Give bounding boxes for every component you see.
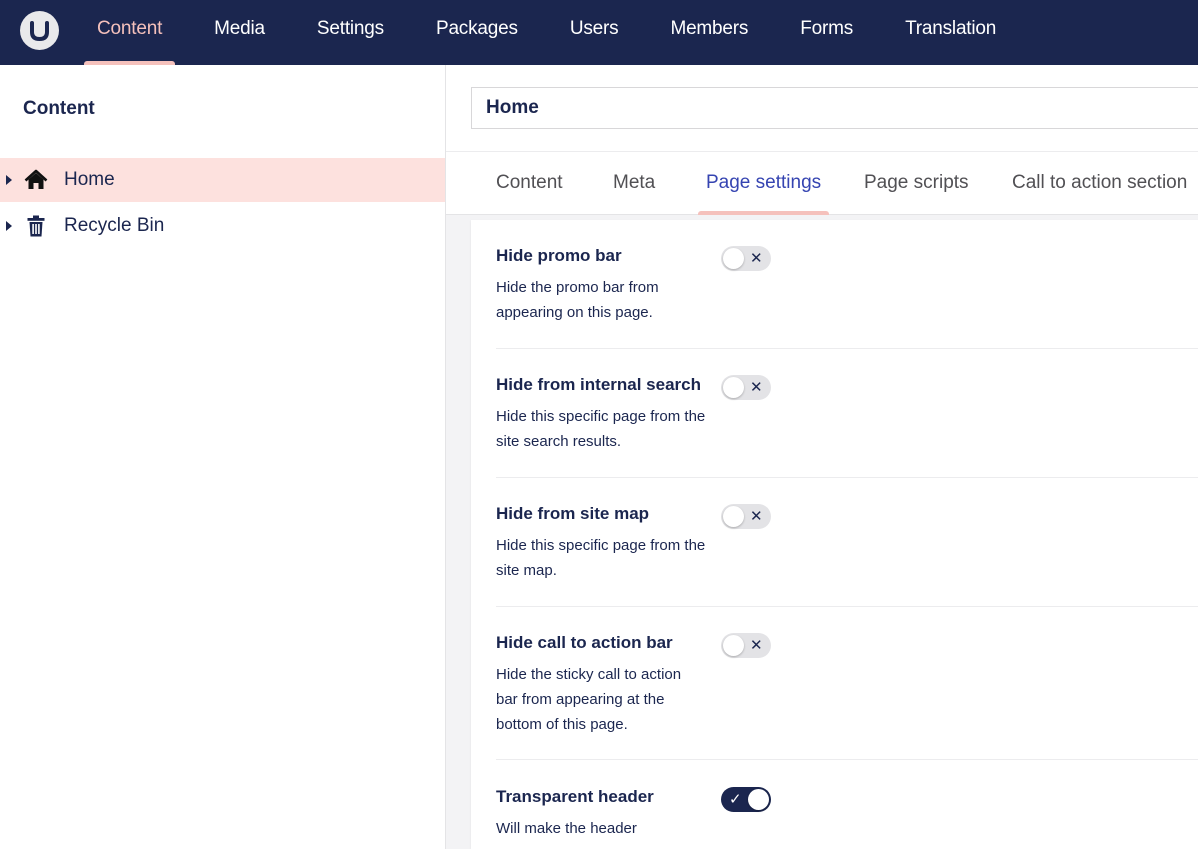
toggle-knob bbox=[723, 635, 744, 656]
tab-call-to-action-section[interactable]: Call to action section bbox=[1012, 152, 1187, 215]
toggle-knob bbox=[748, 789, 769, 810]
nav-item-users[interactable]: Users bbox=[553, 0, 636, 65]
close-icon: ✕ bbox=[750, 637, 763, 654]
home-icon bbox=[24, 168, 48, 192]
content-tree-sidebar: Content Home Recycle Bin bbox=[0, 65, 446, 849]
toggle-knob bbox=[723, 377, 744, 398]
top-bar: Content Media Settings Packages Users Me… bbox=[0, 0, 1198, 65]
editor-main: Content Meta Page settings Page scripts … bbox=[446, 65, 1198, 849]
nav-item-translation[interactable]: Translation bbox=[888, 0, 1013, 65]
editor-tabs: Content Meta Page settings Page scripts … bbox=[446, 151, 1198, 215]
tab-page-scripts[interactable]: Page scripts bbox=[864, 152, 969, 215]
hide-from-site-map-toggle[interactable]: ✕ bbox=[721, 504, 771, 529]
nav-item-content[interactable]: Content bbox=[80, 0, 179, 65]
property-label: Hide promo bar bbox=[496, 246, 622, 265]
close-icon: ✕ bbox=[750, 250, 763, 267]
nav-item-settings[interactable]: Settings bbox=[300, 0, 401, 65]
property-hide-from-internal-search: Hide from internal search Hide this spec… bbox=[496, 375, 1198, 478]
nav-item-media[interactable]: Media bbox=[197, 0, 282, 65]
sidebar-title: Content bbox=[23, 98, 95, 119]
tab-meta[interactable]: Meta bbox=[613, 152, 655, 215]
toggle-knob bbox=[723, 506, 744, 527]
nav-item-members[interactable]: Members bbox=[653, 0, 765, 65]
transparent-header-toggle[interactable]: ✓ bbox=[721, 787, 771, 812]
property-label: Hide from internal search bbox=[496, 375, 702, 394]
umbraco-logo-icon[interactable] bbox=[20, 11, 59, 50]
tab-content[interactable]: Content bbox=[496, 152, 563, 215]
editor-header bbox=[446, 65, 1198, 151]
property-hide-from-site-map: Hide from site map Hide this specific pa… bbox=[496, 504, 1198, 607]
property-hide-promo-bar: Hide promo bar Hide the promo bar from a… bbox=[496, 246, 1198, 349]
nav-item-packages[interactable]: Packages bbox=[419, 0, 535, 65]
toggle-knob bbox=[723, 248, 744, 269]
tree-item-label: Recycle Bin bbox=[64, 215, 165, 236]
expand-caret-icon[interactable] bbox=[6, 221, 12, 231]
close-icon: ✕ bbox=[750, 508, 763, 525]
hide-promo-bar-toggle[interactable]: ✕ bbox=[721, 246, 771, 271]
property-description: Will make the header bbox=[496, 820, 637, 837]
nav-item-forms[interactable]: Forms bbox=[783, 0, 870, 65]
property-hide-call-to-action-bar: Hide call to action bar Hide the sticky … bbox=[496, 633, 1198, 760]
tree-item-home[interactable]: Home bbox=[0, 158, 445, 202]
property-label: Transparent header bbox=[496, 787, 654, 806]
property-description: Hide this specific page from the site se… bbox=[496, 408, 706, 450]
property-description: Hide the sticky call to action bar from … bbox=[496, 666, 682, 733]
close-icon: ✕ bbox=[750, 379, 763, 396]
property-label: Hide from site map bbox=[496, 504, 650, 523]
main-nav: Content Media Settings Packages Users Me… bbox=[80, 0, 1031, 65]
hide-from-internal-search-toggle[interactable]: ✕ bbox=[721, 375, 771, 400]
check-icon: ✓ bbox=[729, 791, 742, 808]
expand-caret-icon[interactable] bbox=[6, 175, 12, 185]
tree-item-label: Home bbox=[64, 169, 115, 190]
hide-call-to-action-bar-toggle[interactable]: ✕ bbox=[721, 633, 771, 658]
properties-panel: Hide promo bar Hide the promo bar from a… bbox=[471, 220, 1198, 849]
trash-icon bbox=[24, 214, 48, 238]
tree-item-recycle-bin[interactable]: Recycle Bin bbox=[0, 204, 445, 248]
property-transparent-header: Transparent header Will make the header … bbox=[496, 787, 1198, 849]
property-description: Hide the promo bar from appearing on thi… bbox=[496, 279, 659, 321]
tab-page-settings[interactable]: Page settings bbox=[697, 152, 830, 215]
property-description: Hide this specific page from the site ma… bbox=[496, 537, 706, 579]
node-name-input[interactable] bbox=[471, 87, 1198, 129]
property-label: Hide call to action bar bbox=[496, 633, 673, 652]
